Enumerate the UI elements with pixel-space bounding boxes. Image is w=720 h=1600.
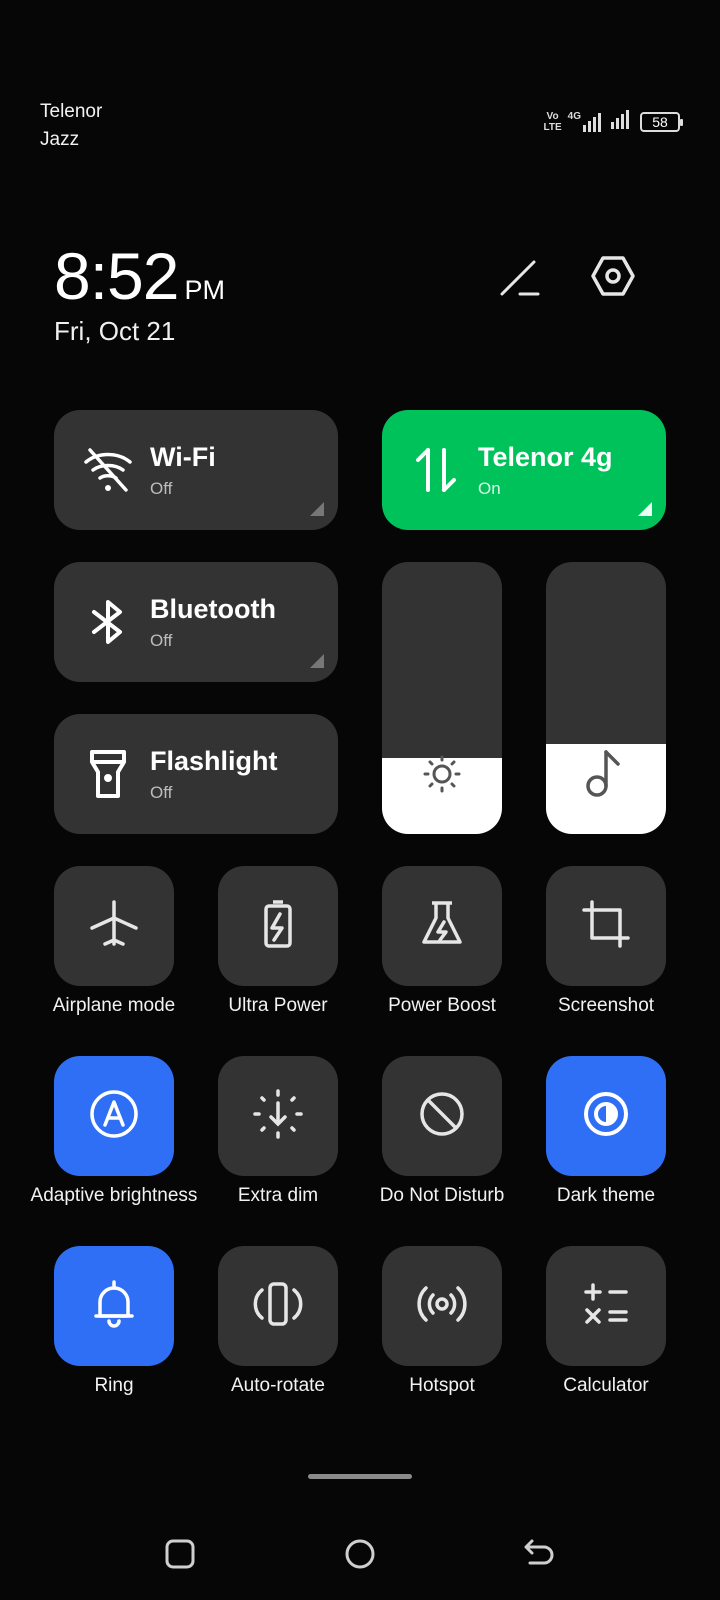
bluetooth-title: Bluetooth — [150, 593, 276, 624]
airplane-icon — [88, 898, 140, 955]
date[interactable]: Fri, Oct 21 — [54, 316, 175, 347]
calculator-tile[interactable] — [546, 1246, 666, 1366]
screenshot-label: Screenshot — [557, 995, 655, 1016]
bluetooth-status: Off — [150, 630, 173, 650]
wifi-tile[interactable]: Wi-Fi Off — [54, 410, 338, 530]
carrier-names: Telenor Jazz — [40, 98, 102, 154]
back-arrow-icon[interactable] — [510, 1524, 570, 1584]
do-not-disturb-label: Do Not Disturb — [379, 1185, 505, 1206]
airplane-mode-label: Airplane mode — [52, 995, 176, 1016]
circle-icon[interactable] — [330, 1524, 390, 1584]
dark-theme-label: Dark theme — [556, 1185, 656, 1206]
extra-dim-icon — [251, 1087, 305, 1146]
auto-rotate-tile[interactable] — [218, 1246, 338, 1366]
mobile-data-tile[interactable]: Telenor 4g On — [382, 410, 666, 530]
battery-icon: 58 — [640, 111, 683, 132]
carrier-1: Telenor — [40, 101, 103, 122]
auto-rotate-icon — [250, 1276, 306, 1337]
adaptive-brightness-tile[interactable] — [54, 1056, 174, 1176]
mobile-data-icon — [410, 444, 462, 496]
brightness-icon — [382, 754, 502, 794]
wifi-status: Off — [150, 478, 173, 498]
bell-icon — [88, 1278, 140, 1335]
battery-level: 58 — [652, 113, 668, 130]
bluetooth-icon — [82, 596, 134, 648]
expand-corner-icon[interactable] — [638, 502, 652, 516]
brightness-slider[interactable] — [382, 562, 502, 834]
signal-4g-icon: 4G — [568, 111, 604, 133]
carrier-2: Jazz — [40, 129, 80, 150]
do-not-disturb-icon — [416, 1088, 468, 1145]
hotspot-icon — [414, 1276, 470, 1337]
clock-time: 8:52 — [54, 239, 179, 313]
bluetooth-tile[interactable]: Bluetooth Off — [54, 562, 338, 682]
flashlight-tile[interactable]: Flashlight Off — [54, 714, 338, 834]
screenshot-tile[interactable] — [546, 866, 666, 986]
volume-slider[interactable] — [546, 562, 666, 834]
music-note-icon — [546, 748, 666, 798]
ring-tile[interactable] — [54, 1246, 174, 1366]
panel-drag-handle[interactable] — [308, 1474, 412, 1479]
calculator-label: Calculator — [563, 1375, 649, 1396]
square-icon[interactable] — [150, 1524, 210, 1584]
flashlight-status: Off — [150, 782, 173, 802]
extra-dim-tile[interactable] — [218, 1056, 338, 1176]
crop-icon — [580, 898, 632, 955]
ultra-power-label: Ultra Power — [228, 995, 328, 1016]
mobile-data-status: On — [478, 478, 501, 498]
hotspot-tile[interactable] — [382, 1246, 502, 1366]
flashlight-icon — [82, 748, 134, 800]
flashlight-title: Flashlight — [150, 745, 278, 776]
settings-hexagon-icon[interactable] — [583, 246, 643, 306]
pencil-icon[interactable] — [490, 246, 550, 306]
dark-theme-tile[interactable] — [546, 1056, 666, 1176]
wifi-off-icon — [82, 444, 134, 496]
signal-icon — [610, 108, 634, 135]
dark-theme-icon — [580, 1088, 632, 1145]
flask-bolt-icon — [416, 898, 468, 955]
auto-brightness-icon — [87, 1087, 141, 1146]
airplane-mode-tile[interactable] — [54, 866, 174, 986]
calculator-icon — [580, 1278, 632, 1335]
battery-bolt-icon — [252, 898, 304, 955]
adaptive-brightness-label: Adaptive brightness — [30, 1185, 198, 1206]
clock-ampm: PM — [184, 275, 225, 305]
ring-label: Ring — [94, 1375, 134, 1396]
expand-corner-icon[interactable] — [310, 502, 324, 516]
auto-rotate-label: Auto-rotate — [231, 1375, 325, 1396]
hotspot-label: Hotspot — [409, 1375, 475, 1396]
volte-icon: Vo LTE — [543, 110, 562, 133]
ultra-power-tile[interactable] — [218, 866, 338, 986]
do-not-disturb-tile[interactable] — [382, 1056, 502, 1176]
wifi-title: Wi-Fi — [150, 441, 216, 472]
power-boost-label: Power Boost — [388, 995, 496, 1016]
status-icons: Vo LTE 4G 58 — [543, 108, 683, 135]
mobile-data-title: Telenor 4g — [478, 441, 613, 472]
expand-corner-icon[interactable] — [310, 654, 324, 668]
extra-dim-label: Extra dim — [237, 1185, 319, 1206]
power-boost-tile[interactable] — [382, 866, 502, 986]
clock[interactable]: 8:52 PM — [54, 238, 225, 314]
